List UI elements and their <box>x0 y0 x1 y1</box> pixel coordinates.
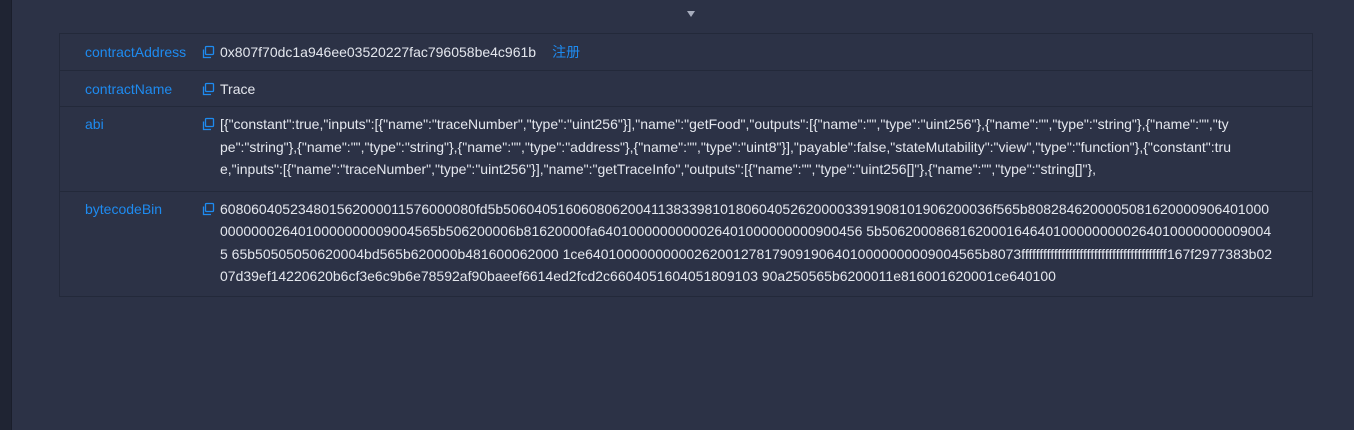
bytecode-bin-value-cell: 608060405234801562000011576000080fd5b506… <box>201 198 1312 288</box>
abi-label: abi <box>85 116 104 132</box>
contract-detail-panel: contractAddress 0x807f70dc1a946ee0352022… <box>12 0 1354 430</box>
register-link[interactable]: 注册 <box>552 41 580 64</box>
contract-address-label: contractAddress <box>85 44 187 60</box>
row-contract-name: contractName Trace <box>60 71 1312 107</box>
contract-address-value: 0x807f70dc1a946ee03520227fac796058be4c96… <box>220 44 537 60</box>
contract-name-value-cell: Trace <box>201 78 1312 101</box>
row-contract-address: contractAddress 0x807f70dc1a946ee0352022… <box>60 34 1312 71</box>
abi-value-cell: [{"constant":true,"inputs":[{"name":"tra… <box>201 113 1312 181</box>
left-scroll-strip <box>0 0 12 430</box>
copy-icon[interactable] <box>201 202 215 216</box>
caret-down-icon[interactable] <box>687 11 695 17</box>
abi-value: [{"constant":true,"inputs":[{"name":"tra… <box>220 116 1231 177</box>
copy-icon[interactable] <box>201 82 215 96</box>
bytecode-bin-value: 608060405234801562000011576000080fd5b506… <box>220 200 1273 285</box>
contract-address-value-cell: 0x807f70dc1a946ee03520227fac796058be4c96… <box>201 41 1312 64</box>
copy-icon[interactable] <box>201 45 215 59</box>
contract-name-label: contractName <box>85 80 173 97</box>
contract-detail-table: contractAddress 0x807f70dc1a946ee0352022… <box>59 33 1313 297</box>
bytecode-bin-label: bytecodeBin <box>85 200 163 217</box>
copy-icon[interactable] <box>201 117 215 131</box>
contract-name-value: Trace <box>220 80 256 97</box>
row-bytecode-bin: bytecodeBin 6080604052348015620000115760… <box>60 192 1312 296</box>
row-abi: abi [{"constant":true,"inputs":[{"name":… <box>60 107 1312 192</box>
